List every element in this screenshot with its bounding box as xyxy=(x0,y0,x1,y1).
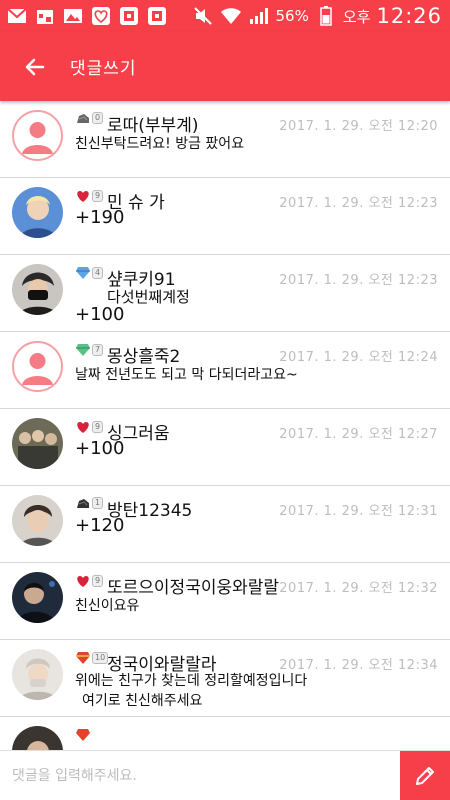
signal-icon xyxy=(248,6,270,26)
calendar-icon xyxy=(34,6,56,26)
level-number: 1 xyxy=(92,497,104,509)
comment-date: 2017. 1. 29. 오전 12:23 xyxy=(279,273,438,288)
comment-body: +100 xyxy=(75,438,125,459)
level-number: 4 xyxy=(92,267,104,279)
comment-body: 위에는 친구가 찾는데 정리할예정입니다 xyxy=(75,673,308,689)
profile-photo xyxy=(12,572,63,623)
level-badge: 0 xyxy=(75,112,104,124)
comment-body: 친신이요유 xyxy=(75,598,140,614)
mute-icon xyxy=(192,6,214,26)
person-icon xyxy=(22,122,53,154)
level-number: 7 xyxy=(92,344,104,356)
comment-date: 2017. 1. 29. 오전 12:20 xyxy=(279,119,438,134)
user-avatar[interactable] xyxy=(12,264,63,315)
profile-photo xyxy=(12,418,63,469)
ampm-label: 오후 xyxy=(342,7,371,26)
profile-photo xyxy=(12,726,63,750)
rock-badge-icon xyxy=(77,499,89,508)
comment-body-line2: 여기로 친신해주세요 xyxy=(82,693,203,709)
profile-photo xyxy=(12,495,63,546)
level-number: 10 xyxy=(92,652,109,664)
mail-icon xyxy=(6,6,28,26)
rock-badge-icon xyxy=(77,114,89,123)
clock: 12:26 xyxy=(376,4,442,28)
back-button[interactable] xyxy=(0,32,70,101)
comment-date: 2017. 1. 29. 오전 12:24 xyxy=(279,350,438,365)
jewel-badge-icon xyxy=(76,729,90,741)
app-bar: 댓글쓰기 xyxy=(0,32,450,101)
comment-date: 2017. 1. 29. 오전 12:27 xyxy=(279,427,438,442)
profile-photo xyxy=(12,264,63,315)
comment-body: 친신부탁드려요! 방금 팠어요 xyxy=(75,136,245,152)
comment-row[interactable]: 9 민 슈 가 2017. 1. 29. 오전 12:23 +190 xyxy=(0,178,450,255)
profile-photo xyxy=(12,187,63,238)
level-number: 9 xyxy=(92,190,104,202)
level-badge xyxy=(75,728,91,742)
comment-row[interactable]: 1 방탄12345 2017. 1. 29. 오전 12:31 +120 xyxy=(0,486,450,563)
comment-date: 2017. 1. 29. 오전 12:23 xyxy=(279,196,438,211)
level-badge: 1 xyxy=(75,497,104,509)
comment-body: +120 xyxy=(75,515,125,536)
author-name[interactable]: 로따(부부계) xyxy=(107,111,198,136)
comment-row-partial[interactable] xyxy=(0,717,450,750)
status-bar: 56% 오후 12:26 xyxy=(0,0,450,32)
pencil-icon xyxy=(416,767,434,785)
app-notification-icon xyxy=(118,6,140,26)
write-comment-button[interactable] xyxy=(400,751,450,800)
comment-input-bar xyxy=(0,750,450,800)
battery-icon xyxy=(315,6,337,26)
heart-badge-icon xyxy=(77,191,89,202)
comment-body: +190 xyxy=(75,207,125,228)
user-avatar[interactable] xyxy=(12,187,63,238)
comment-body-line2: +100 xyxy=(75,304,125,325)
comment-row[interactable]: 7 몽상흘죽2 2017. 1. 29. 오전 12:24 날짜 전년도도 되고… xyxy=(0,332,450,409)
author-name[interactable]: 또르으이정국이웅와랄랄 xyxy=(107,573,279,598)
level-badge: 10 xyxy=(75,651,109,665)
gem-badge-icon xyxy=(76,267,90,279)
comment-input[interactable] xyxy=(0,751,400,800)
level-number: 9 xyxy=(92,575,104,587)
gem-badge-icon xyxy=(76,344,90,356)
comment-date: 2017. 1. 29. 오전 12:32 xyxy=(279,581,438,596)
battery-percent: 56% xyxy=(275,7,309,25)
user-avatar[interactable] xyxy=(12,726,63,750)
comment-row[interactable]: 9 또르으이정국이웅와랄랄 2017. 1. 29. 오전 12:32 친신이요… xyxy=(0,563,450,640)
comment-row[interactable]: 0 로따(부부계) 2017. 1. 29. 오전 12:20 친신부탁드려요!… xyxy=(0,101,450,178)
level-badge: 7 xyxy=(75,343,104,357)
default-avatar[interactable] xyxy=(12,341,63,392)
heart-app-icon xyxy=(90,6,112,26)
app-notification-icon-2 xyxy=(146,6,168,26)
back-arrow-icon xyxy=(25,58,45,75)
user-avatar[interactable] xyxy=(12,495,63,546)
heart-badge-icon xyxy=(77,422,89,433)
default-avatar[interactable] xyxy=(12,110,63,161)
comment-body: 날짜 전년도도 되고 막 다되더라고요~ xyxy=(75,367,298,383)
level-badge: 9 xyxy=(75,189,104,203)
comment-row[interactable]: 9 싱그러움 2017. 1. 29. 오전 12:27 +100 xyxy=(0,409,450,486)
page-title: 댓글쓰기 xyxy=(70,59,137,79)
user-avatar[interactable] xyxy=(12,572,63,623)
user-avatar[interactable] xyxy=(12,649,63,700)
gallery-icon xyxy=(62,6,84,26)
heart-badge-icon xyxy=(77,576,89,587)
person-icon xyxy=(22,353,53,385)
wifi-icon xyxy=(220,6,242,26)
comment-date: 2017. 1. 29. 오전 12:31 xyxy=(279,504,438,519)
level-number: 0 xyxy=(92,112,104,124)
level-badge: 4 xyxy=(75,266,104,280)
level-badge: 9 xyxy=(75,574,104,588)
comment-list[interactable]: 0 로따(부부계) 2017. 1. 29. 오전 12:20 친신부탁드려요!… xyxy=(0,101,450,750)
comment-row[interactable]: 4 샾쿠키91 2017. 1. 29. 오전 12:23 다섯번째계정 +10… xyxy=(0,255,450,332)
comment-row[interactable]: 10 정국이와랄랄라 2017. 1. 29. 오전 12:34 위에는 친구가… xyxy=(0,640,450,717)
level-badge: 9 xyxy=(75,420,104,434)
level-number: 9 xyxy=(92,421,104,433)
author-name[interactable]: 몽상흘죽2 xyxy=(107,342,180,367)
user-avatar[interactable] xyxy=(12,418,63,469)
profile-photo xyxy=(12,649,63,700)
jewel-badge-icon xyxy=(76,652,90,664)
